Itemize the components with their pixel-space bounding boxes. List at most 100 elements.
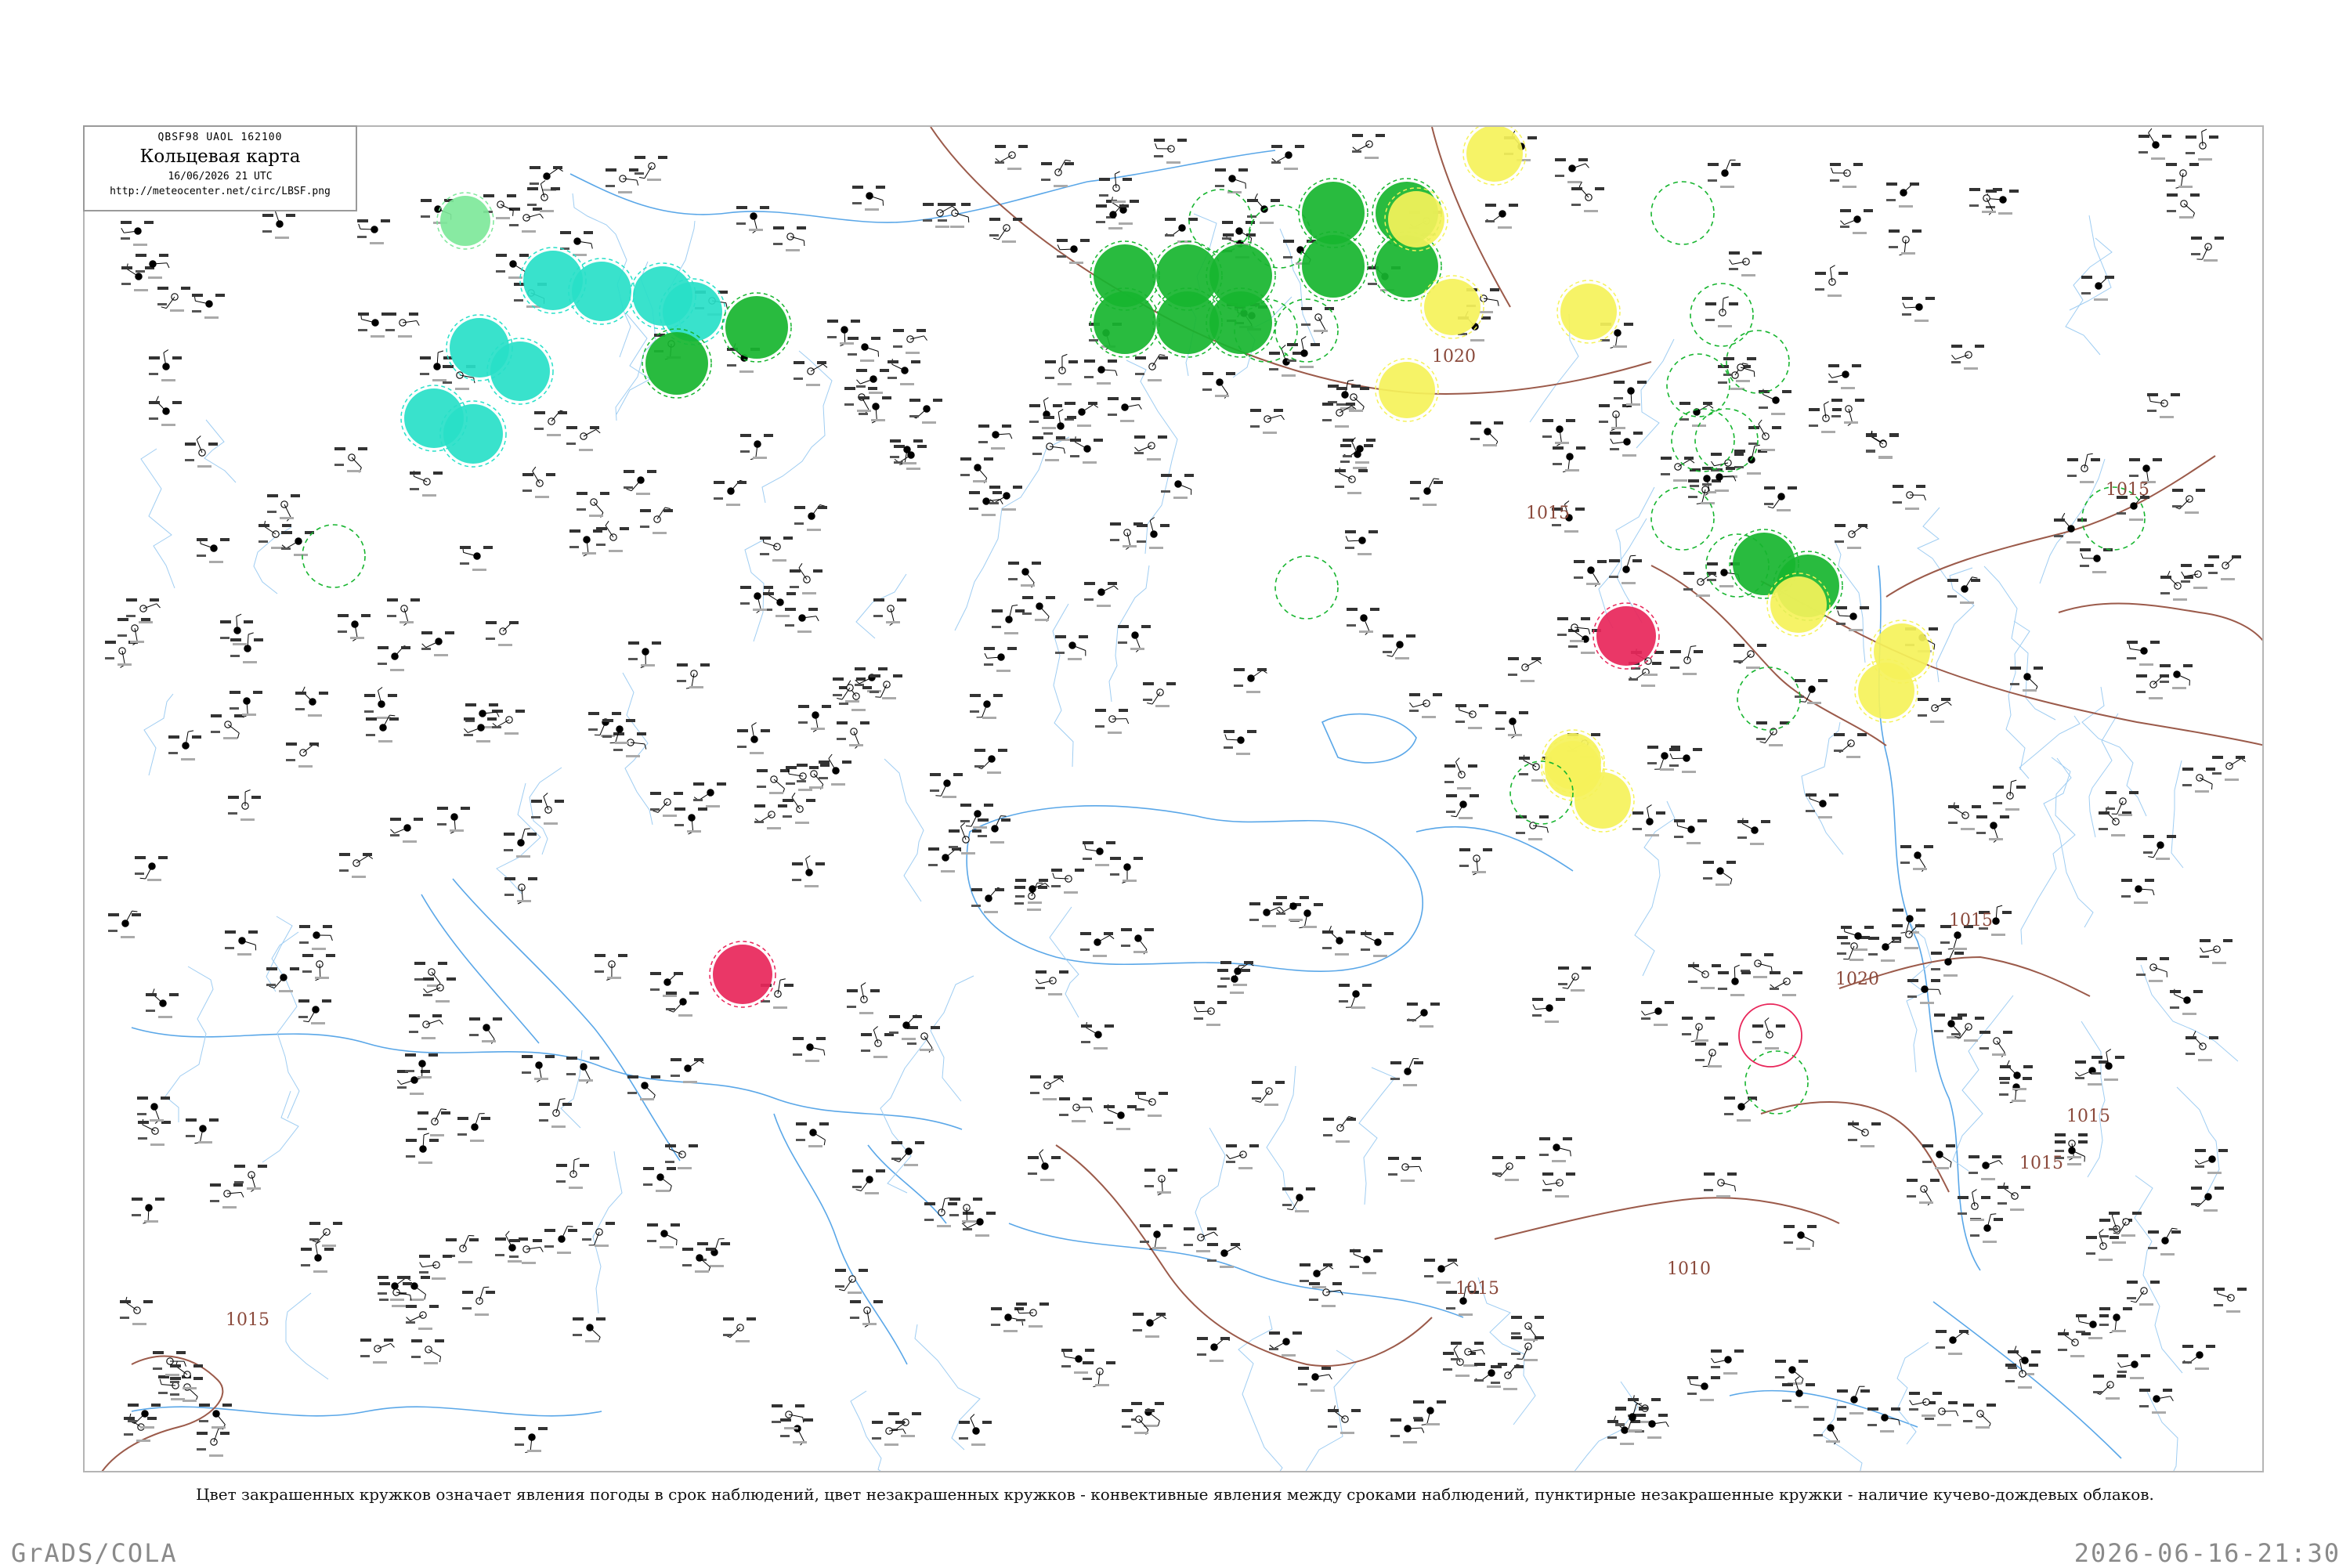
pressure-value [1635,1414,1646,1417]
station-name [1730,994,1744,996]
wind-feather [1712,1358,1715,1363]
dew-value [514,299,523,302]
station-plot [128,1404,161,1429]
wind-feather [2200,948,2204,952]
station-name [522,1262,536,1264]
wind-barb [1672,758,1687,759]
wind-feather [1795,1377,1800,1380]
wind-feather [1139,405,1142,410]
dew-value [2186,1053,2195,1055]
station-name [1048,993,1062,995]
pressure-value [2148,1230,2159,1234]
station-name [1964,1039,1978,1042]
pressure-value [949,829,960,833]
dew-value [462,1307,472,1310]
pressure-value [1323,1118,1334,1121]
map-source-url[interactable]: http://meteocenter.net/circ/LBSF.png [85,186,356,197]
dew-value [740,450,750,453]
station-plot [1948,802,1981,830]
dew-value [1051,885,1061,887]
station-plot [740,434,773,460]
station-plot [1036,970,1068,995]
dew-value [1061,1365,1071,1367]
station-plot [414,962,447,988]
wind-barb [688,1060,700,1068]
temp-value [1838,272,1848,275]
temp-value [873,1300,883,1303]
temp-value [1633,432,1643,435]
pressure-value [230,691,240,694]
cyan-weather-circle [443,404,503,464]
pressure-value [522,1055,533,1058]
temp-value [764,586,773,589]
temp-value [1860,606,1869,609]
wind-feather [2081,553,2084,558]
station-name [1347,492,1361,494]
pressure-value [740,586,751,589]
dew-value [859,413,868,415]
wind-feather [1039,1150,1043,1154]
station-plot [1695,1042,1728,1068]
wind-barb [978,468,987,479]
station-plot [1815,266,1848,297]
station-name [2221,578,2235,580]
station-name [1459,817,1473,819]
wind-feather [677,1240,678,1245]
dew-value [970,710,979,713]
pressure-value [949,1198,960,1201]
dew-value [1976,832,1986,834]
pressure-value [1892,924,1903,927]
station-plot [640,508,673,534]
pressure-value [760,537,771,540]
pressure-value [1848,1122,1859,1125]
station-plot [1775,1360,1808,1385]
pressure-value [1809,408,1820,411]
station-name [422,494,436,497]
temp-value [1912,229,1922,233]
dew-value [1979,1047,1989,1050]
station-name [1736,380,1750,382]
station-plot [989,218,1022,243]
pressure-value [835,1269,846,1272]
temp-value [1123,178,1132,181]
wind-feather [2167,571,2170,576]
station-plot [1202,372,1235,399]
station-name [1844,421,1858,424]
dew-value [1922,1161,1932,1163]
pressure-value [697,1242,708,1245]
pressure-value [1133,1313,1144,1316]
dew-value [647,1240,656,1242]
yellow-weather-circle [1858,663,1914,719]
pressure-value [1703,861,1714,864]
station-name [476,740,490,742]
wind-feather [1759,420,1762,425]
station-plot [1234,668,1267,693]
pressure-value [2139,1389,2150,1392]
isobar-label: 1015 [2019,1154,2063,1173]
station-name [1455,1375,1470,1377]
pressure-value [1217,969,1228,972]
pressure-value [1194,1001,1205,1004]
temp-value [1858,524,1867,527]
pressure-value [1963,1404,1974,1407]
dew-value [666,1008,675,1010]
pressure-value [2127,641,2138,644]
station-name [793,1441,807,1443]
pressure-value [146,993,157,996]
pressure-value [1979,1031,1990,1034]
station-plot [1868,937,1901,962]
station-name [1116,1128,1130,1130]
isobar-line-8 [1056,1145,1432,1366]
station-name [1130,648,1144,650]
wind-feather [465,728,468,732]
dew-value [1096,221,1105,223]
dew-value [509,224,519,226]
pressure-value [1511,1316,1522,1319]
station-name [1295,1210,1309,1212]
station-name [540,210,554,212]
coastline-6 [1009,1223,1463,1317]
temp-value [1351,385,1361,388]
temp-value [220,538,230,541]
pressure-value [1084,359,1095,363]
wind-feather [1690,460,1695,463]
